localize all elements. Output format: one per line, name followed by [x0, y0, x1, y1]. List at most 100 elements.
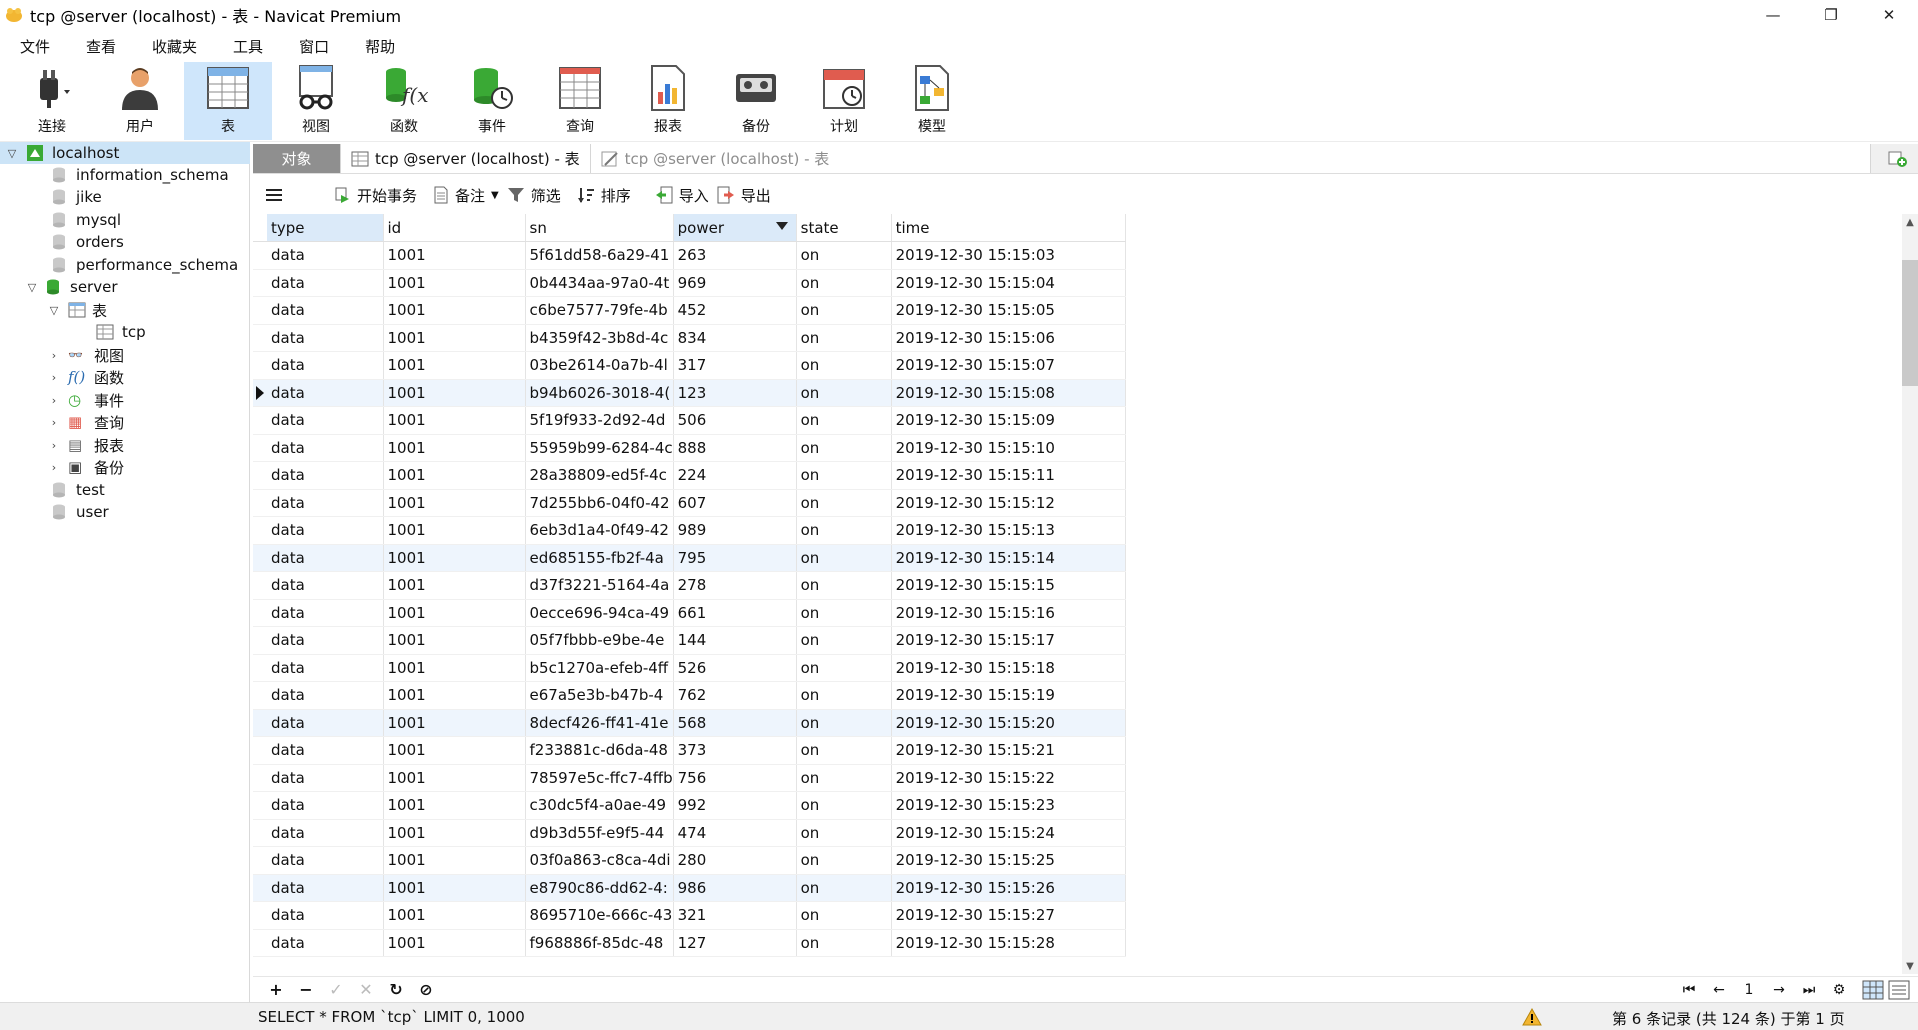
- cell-sn[interactable]: b94b6026-3018-4(: [525, 379, 674, 407]
- cell-state[interactable]: on: [796, 241, 892, 270]
- cell-sn[interactable]: f233881c-d6da-48: [525, 736, 674, 765]
- cell-type[interactable]: data: [267, 406, 384, 435]
- cell-sn[interactable]: 8695710e-666c-43: [525, 901, 674, 930]
- menu-file[interactable]: 文件: [8, 36, 62, 57]
- first-page-button[interactable]: ⏮: [1674, 982, 1704, 998]
- cell-type[interactable]: data: [267, 654, 384, 682]
- export-button[interactable]: 导出: [717, 185, 771, 206]
- tree-connection-localhost[interactable]: ▽ localhost: [0, 142, 250, 164]
- cell-id[interactable]: 1001: [383, 846, 526, 875]
- table-row[interactable]: data 1001 f968886f-85dc-48 127 on 2019-12-30 …: [253, 929, 1126, 957]
- cell-type[interactable]: data: [267, 709, 384, 737]
- cell-power[interactable]: 224: [673, 461, 797, 490]
- cell-id[interactable]: 1001: [383, 626, 526, 655]
- cell-state[interactable]: on: [796, 324, 892, 352]
- cell-sn[interactable]: c30dc5f4-a0ae-49: [525, 791, 674, 820]
- cell-power[interactable]: 506: [673, 406, 797, 435]
- cell-type[interactable]: data: [267, 901, 384, 930]
- cell-power[interactable]: 123: [673, 379, 797, 407]
- cell-time[interactable]: 2019-12-30 15:15:04: [891, 269, 1126, 297]
- cell-sn[interactable]: e67a5e3b-b47b-4: [525, 681, 674, 710]
- cell-sn[interactable]: b4359f42-3b8d-4c: [525, 324, 674, 352]
- chevron-right-icon[interactable]: ›: [48, 371, 60, 384]
- cell-power[interactable]: 526: [673, 654, 797, 682]
- previous-page-button[interactable]: ←: [1704, 982, 1734, 998]
- table-row[interactable]: data 1001 5f19f933-2d92-4d 506 on 2019-12-30 …: [253, 406, 1126, 435]
- minimize-button[interactable]: —: [1744, 0, 1802, 30]
- cell-time[interactable]: 2019-12-30 15:15:17: [891, 626, 1126, 655]
- import-button[interactable]: 导入: [655, 185, 709, 206]
- cell-state[interactable]: on: [796, 351, 892, 380]
- column-header-type[interactable]: type: [267, 214, 384, 242]
- table-row[interactable]: data 1001 03be2614-0a7b-4l 317 on 2019-12-30 …: [253, 351, 1126, 380]
- sort-button[interactable]: 排序: [577, 185, 631, 206]
- cell-sn[interactable]: b5c1270a-efeb-4ff: [525, 654, 674, 682]
- cell-time[interactable]: 2019-12-30 15:15:27: [891, 901, 1126, 930]
- cell-time[interactable]: 2019-12-30 15:15:22: [891, 764, 1126, 792]
- tree-group-events[interactable]: › ◷ 事件: [48, 389, 124, 411]
- cell-state[interactable]: on: [796, 406, 892, 435]
- cell-id[interactable]: 1001: [383, 379, 526, 407]
- cell-type[interactable]: data: [267, 764, 384, 792]
- cell-sn[interactable]: c6be7577-79fe-4b: [525, 296, 674, 325]
- filter-button[interactable]: 筛选: [507, 185, 561, 206]
- cell-id[interactable]: 1001: [383, 489, 526, 517]
- cell-power[interactable]: 834: [673, 324, 797, 352]
- cell-sn[interactable]: d9b3d55f-e9f5-44: [525, 819, 674, 847]
- restore-button[interactable]: ❐: [1802, 0, 1860, 30]
- chevron-down-icon[interactable]: ▽: [6, 147, 18, 160]
- cell-sn[interactable]: 5f19f933-2d92-4d: [525, 406, 674, 435]
- tree-db-jike[interactable]: jike: [52, 186, 102, 208]
- tree-db-user[interactable]: user: [52, 501, 109, 523]
- cell-time[interactable]: 2019-12-30 15:15:13: [891, 516, 1126, 545]
- note-button[interactable]: 备注 ▼: [433, 185, 499, 206]
- chevron-down-icon[interactable]: ▽: [48, 304, 60, 317]
- cell-power[interactable]: 607: [673, 489, 797, 517]
- cell-state[interactable]: on: [796, 626, 892, 655]
- table-row[interactable]: data 1001 03f0a863-c8ca-4di 280 on 2019-12-30…: [253, 846, 1126, 875]
- cell-time[interactable]: 2019-12-30 15:15:16: [891, 599, 1126, 627]
- add-record-button[interactable]: +: [261, 980, 291, 999]
- tree-db-orders[interactable]: orders: [52, 231, 124, 253]
- cell-id[interactable]: 1001: [383, 516, 526, 545]
- scrollbar-thumb[interactable]: [1902, 260, 1918, 386]
- cell-sn[interactable]: 0ecce696-94ca-49: [525, 599, 674, 627]
- table-row[interactable]: data 1001 ed685155-fb2f-4a 795 on 2019-12-30 …: [253, 544, 1126, 572]
- dropdown-arrow-icon[interactable]: ▼: [491, 190, 499, 201]
- toolbar-function-button[interactable]: f(x) 函数: [360, 62, 448, 140]
- cell-type[interactable]: data: [267, 599, 384, 627]
- cell-state[interactable]: on: [796, 874, 892, 902]
- cell-power[interactable]: 263: [673, 241, 797, 270]
- cell-time[interactable]: 2019-12-30 15:15:18: [891, 654, 1126, 682]
- tree-db-server[interactable]: ▽ server: [26, 276, 118, 298]
- cell-time[interactable]: 2019-12-30 15:15:14: [891, 544, 1126, 572]
- table-row[interactable]: data 1001 b5c1270a-efeb-4ff 526 on 2019-12-30…: [253, 654, 1126, 682]
- cell-time[interactable]: 2019-12-30 15:15:20: [891, 709, 1126, 737]
- column-header-sn[interactable]: sn: [525, 214, 674, 242]
- tree-group-views[interactable]: › 👓 视图: [48, 344, 124, 366]
- table-row[interactable]: data 1001 78597e5c-ffc7-4ffb 756 on 2019-12-3…: [253, 764, 1126, 792]
- cell-power[interactable]: 568: [673, 709, 797, 737]
- cell-power[interactable]: 144: [673, 626, 797, 655]
- discard-changes-button[interactable]: ✕: [351, 980, 381, 999]
- cell-time[interactable]: 2019-12-30 15:15:08: [891, 379, 1126, 407]
- stop-button[interactable]: ⊘: [411, 980, 441, 999]
- toolbar-schedule-button[interactable]: 计划: [800, 62, 888, 140]
- tree-group-tables[interactable]: ▽ 表: [48, 299, 107, 321]
- tree-db-mysql[interactable]: mysql: [52, 209, 121, 231]
- cell-sn[interactable]: 03be2614-0a7b-4l: [525, 351, 674, 380]
- cell-power[interactable]: 661: [673, 599, 797, 627]
- cell-state[interactable]: on: [796, 709, 892, 737]
- cell-state[interactable]: on: [796, 901, 892, 930]
- cell-time[interactable]: 2019-12-30 15:15:23: [891, 791, 1126, 820]
- column-header-state[interactable]: state: [796, 214, 892, 242]
- cell-state[interactable]: on: [796, 599, 892, 627]
- cell-state[interactable]: on: [796, 846, 892, 875]
- column-header-time[interactable]: time: [891, 214, 1126, 242]
- page-number[interactable]: 1: [1734, 982, 1764, 998]
- cell-id[interactable]: 1001: [383, 709, 526, 737]
- menu-window[interactable]: 窗口: [287, 36, 341, 57]
- cell-id[interactable]: 1001: [383, 434, 526, 462]
- cell-sn[interactable]: 5f61dd58-6a29-41: [525, 241, 674, 270]
- table-row[interactable]: data 1001 0b4434aa-97a0-4t 969 on 2019-12-30 …: [253, 269, 1126, 297]
